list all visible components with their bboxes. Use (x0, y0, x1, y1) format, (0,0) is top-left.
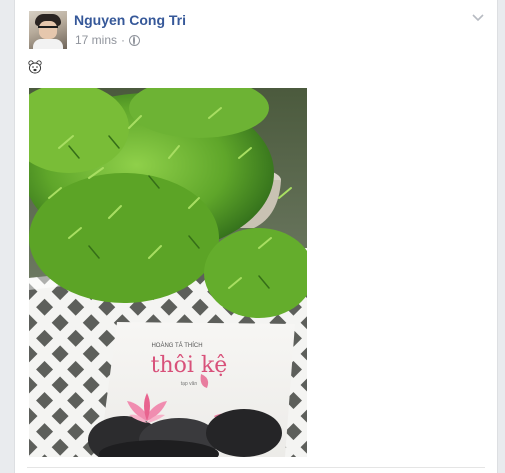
book-subtitle-text: tạp văn (181, 381, 198, 387)
chevron-down-icon[interactable] (471, 11, 485, 25)
post-photo[interactable]: HOÀNG TẢ THÍCH thôi kệ tạp văn (29, 88, 307, 457)
book-cover: HOÀNG TẢ THÍCH thôi kệ tạp văn (88, 322, 295, 457)
author-name-link[interactable]: Nguyen Cong Tri (74, 12, 186, 28)
post-timestamp[interactable]: 17 mins (75, 33, 117, 47)
bear-face-emoji-icon (28, 60, 42, 74)
avatar-glasses (38, 26, 58, 32)
globe-icon[interactable] (129, 34, 141, 46)
book-title-text: thôi kệ (151, 353, 228, 378)
post-meta: 17 mins · (75, 33, 141, 47)
news-feed-post: Nguyen Cong Tri 17 mins · HOÀNG TẢ THÍCH… (14, 0, 498, 473)
meta-separator: · (121, 33, 126, 47)
avatar-shirt (33, 39, 63, 49)
book-author-text: HOÀNG TẢ THÍCH (151, 342, 202, 349)
post-divider (27, 467, 485, 468)
author-avatar[interactable] (29, 11, 67, 49)
